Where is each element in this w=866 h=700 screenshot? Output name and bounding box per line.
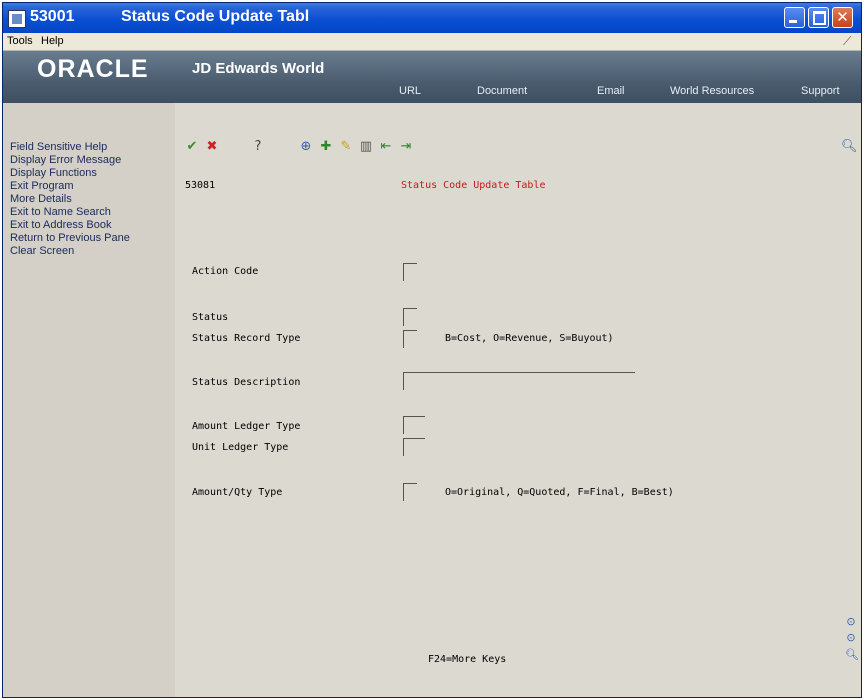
amount-qty-type-hint: O=Original, Q=Quoted, F=Final, B=Best) bbox=[445, 487, 674, 498]
exit-menu: Field Sensitive Help Display Error Messa… bbox=[3, 103, 173, 697]
content-area: Field Sensitive Help Display Error Messa… bbox=[3, 103, 861, 697]
menu-clear-screen[interactable]: Clear Screen bbox=[10, 245, 172, 257]
link-url[interactable]: URL bbox=[399, 85, 421, 97]
oracle-banner: ORACLE JD Edwards World URL Document Ema… bbox=[3, 51, 861, 103]
maximize-button[interactable] bbox=[808, 7, 829, 28]
form-panel: ✔ ✖ ? ⊕ ✚ ✎ ▥ ⇤ ⇥ 🔍︎ 53081 Status Code U… bbox=[175, 103, 861, 697]
window-title: Status Code Update Tabl bbox=[121, 8, 310, 25]
cancel-x-icon[interactable]: ✖ bbox=[205, 140, 219, 154]
add-plus-icon[interactable]: ✚ bbox=[319, 140, 333, 154]
link-world-resources[interactable]: World Resources bbox=[670, 85, 754, 97]
link-email[interactable]: Email bbox=[597, 85, 625, 97]
status-input[interactable] bbox=[403, 308, 417, 326]
amount-ledger-type-label: Amount Ledger Type bbox=[192, 421, 301, 432]
unit-ledger-type-input[interactable] bbox=[403, 438, 425, 456]
menu-return-to-previous-pane[interactable]: Return to Previous Pane bbox=[10, 232, 172, 244]
product-name: JD Edwards World bbox=[192, 60, 325, 77]
status-description-input[interactable] bbox=[403, 372, 635, 390]
search-icon[interactable]: 🔍︎ bbox=[841, 140, 858, 154]
app-icon bbox=[8, 10, 26, 28]
menu-display-error-message[interactable]: Display Error Message bbox=[10, 154, 172, 166]
zoom-search-icon[interactable]: 🔍︎ bbox=[845, 649, 859, 661]
minimize-button[interactable] bbox=[784, 7, 805, 28]
next-page-icon[interactable]: ⇥ bbox=[399, 140, 413, 154]
menu-exit-to-name-search[interactable]: Exit to Name Search bbox=[10, 206, 172, 218]
inquire-icon[interactable]: ⊕ bbox=[299, 140, 313, 154]
status-record-type-hint: B=Cost, O=Revenue, S=Buyout) bbox=[445, 333, 614, 344]
oracle-logo: ORACLE bbox=[37, 55, 149, 83]
menu-exit-program[interactable]: Exit Program bbox=[10, 180, 172, 192]
resize-grip-icon: ⟋ bbox=[843, 34, 852, 48]
window-code: 53001 bbox=[30, 8, 75, 25]
ok-check-icon[interactable]: ✔ bbox=[185, 140, 199, 154]
amount-ledger-type-input[interactable] bbox=[403, 416, 425, 434]
unit-ledger-type-label: Unit Ledger Type bbox=[192, 442, 289, 453]
amount-qty-type-label: Amount/Qty Type bbox=[192, 487, 283, 498]
page-title: Status Code Update Table bbox=[401, 180, 546, 191]
menu-display-functions[interactable]: Display Functions bbox=[10, 167, 172, 179]
status-description-label: Status Description bbox=[192, 377, 301, 388]
link-document[interactable]: Document bbox=[477, 85, 527, 97]
previous-page-icon[interactable]: ⇤ bbox=[379, 140, 393, 154]
title-bar[interactable]: 53001 Status Code Update Tabl ✕ bbox=[3, 3, 861, 33]
menu-field-sensitive-help[interactable]: Field Sensitive Help bbox=[10, 141, 172, 153]
menu-tools[interactable]: Tools bbox=[7, 35, 33, 47]
status-record-type-label: Status Record Type bbox=[192, 333, 301, 344]
action-code-input[interactable] bbox=[403, 263, 417, 281]
application-window: 53001 Status Code Update Tabl ✕ Tools He… bbox=[2, 2, 862, 698]
change-pencil-icon[interactable]: ✎ bbox=[339, 140, 353, 154]
action-code-label: Action Code bbox=[192, 266, 259, 277]
scroll-up-icon[interactable]: ⊙ bbox=[845, 616, 857, 628]
menu-help[interactable]: Help bbox=[41, 35, 64, 47]
footer-function-keys: F24=More Keys bbox=[428, 654, 507, 665]
menu-exit-to-address-book[interactable]: Exit to Address Book bbox=[10, 219, 172, 231]
menu-bar: Tools Help ⟋ bbox=[3, 33, 861, 51]
amount-qty-type-input[interactable] bbox=[403, 483, 417, 501]
program-id: 53081 bbox=[185, 180, 216, 191]
delete-trash-icon[interactable]: ▥ bbox=[359, 140, 373, 154]
menu-more-details[interactable]: More Details bbox=[10, 193, 172, 205]
close-icon: ✕ bbox=[836, 8, 849, 26]
status-record-type-input[interactable] bbox=[403, 330, 417, 348]
status-label: Status bbox=[192, 312, 229, 323]
close-button[interactable]: ✕ bbox=[832, 7, 853, 28]
scroll-down-icon[interactable]: ⊙ bbox=[845, 632, 857, 644]
link-support[interactable]: Support bbox=[801, 85, 840, 97]
help-question-icon[interactable]: ? bbox=[251, 140, 265, 154]
